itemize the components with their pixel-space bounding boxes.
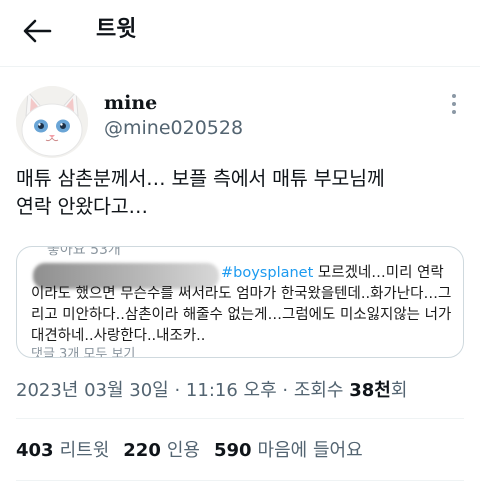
top-bar: 트윗 xyxy=(0,0,480,62)
likes-stat[interactable]: 590 마음에 들어요 xyxy=(214,436,363,462)
tweet-meta: 2023년 03월 30일 · 11:16 오후 · 조회수 38천회 xyxy=(16,380,408,401)
meta-divider xyxy=(16,418,464,419)
likes-count: 590 xyxy=(213,440,252,461)
tweet-date[interactable]: 2023년 03월 30일 xyxy=(16,380,169,401)
tweet-line: 매튜 삼촌분께서… 보플 측에서 매튜 부모님께 xyxy=(16,167,385,190)
author-handle[interactable]: @mine020528 xyxy=(104,117,243,139)
tweet-text: 매튜 삼촌분께서… 보플 측에서 매튜 부모님께 연락 안왔다고… xyxy=(16,165,466,221)
likes-label: 마음에 들어요 xyxy=(257,440,363,461)
quotes-count: 220 xyxy=(123,440,161,461)
arrow-left-icon[interactable] xyxy=(20,14,54,48)
white-cat-avatar-icon xyxy=(16,86,88,158)
views-label: 조회수 xyxy=(293,380,344,401)
more-vertical-icon[interactable] xyxy=(444,92,464,116)
tweet-time[interactable]: 11:16 오후 xyxy=(186,380,277,401)
tweet-line: 연락 안왔다고… xyxy=(16,195,148,218)
quotes-stat[interactable]: 220 인용 xyxy=(123,436,200,462)
avatar[interactable] xyxy=(16,86,88,158)
page-title: 트윗 xyxy=(96,17,137,42)
retweets-count: 403 xyxy=(16,440,54,461)
views-unit: 회 xyxy=(390,380,408,401)
engagement-stats: 403 리트윗 220 인용 590 마음에 들어요 xyxy=(16,436,377,462)
views-count: 38천 xyxy=(349,380,391,401)
quotes-label: 인용 xyxy=(166,440,200,461)
stats-divider xyxy=(16,480,464,481)
quoted-image[interactable]: 좋아요 53개 #boysplanet 모르겠네…미리 연락 이라도 했으면 무… xyxy=(16,246,464,358)
hashtag-link[interactable]: #boysplanet xyxy=(221,265,313,281)
header-divider xyxy=(0,66,480,67)
retweets-stat[interactable]: 403 리트윗 xyxy=(16,436,109,462)
quote-caption: #boysplanet 모르겠네…미리 연락 이라도 했으면 무슨수를 써서라도… xyxy=(31,263,457,347)
quote-likes-partial: 좋아요 53개 xyxy=(47,246,121,258)
quote-comments-partial: 댓글 3개 모두 보기 xyxy=(31,347,136,358)
author-name[interactable]: mine xyxy=(104,92,157,114)
retweets-label: 리트윗 xyxy=(59,440,110,461)
